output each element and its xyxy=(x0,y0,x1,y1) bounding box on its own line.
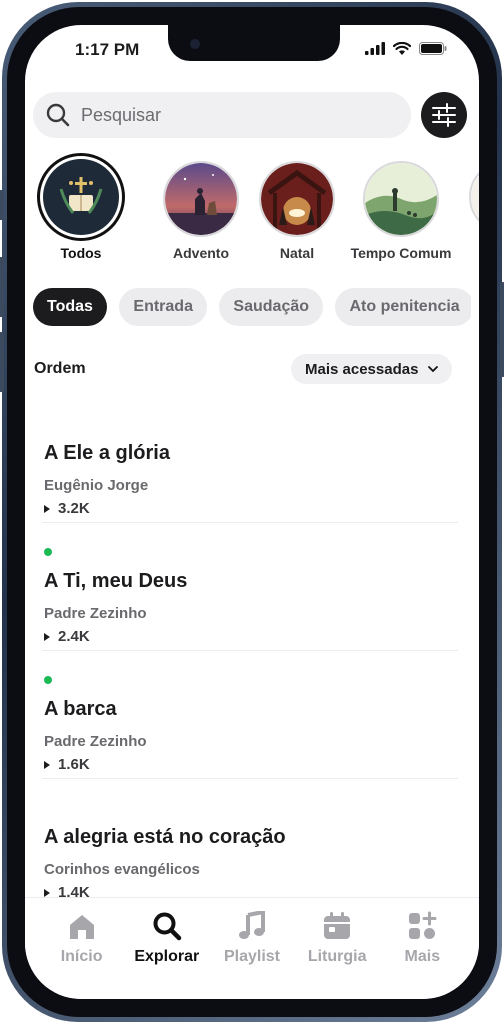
category-natal-image xyxy=(259,161,335,237)
category-tempo-comum-image xyxy=(363,161,439,237)
power-button xyxy=(500,282,504,377)
song-row[interactable]: A alegria está no coração Corinhos evang… xyxy=(42,779,458,907)
new-indicator-dot xyxy=(44,676,52,684)
order-dropdown[interactable]: Mais acessadas xyxy=(291,354,453,384)
song-title: A barca xyxy=(44,698,117,720)
tab-label: Mais xyxy=(404,948,441,965)
category-natal[interactable]: Natal xyxy=(243,161,351,261)
play-count-icon xyxy=(44,504,50,513)
song-row[interactable]: A Ti, meu Deus Padre Zezinho 2.4K xyxy=(42,523,458,651)
new-indicator-dot xyxy=(44,548,52,556)
silent-switch xyxy=(0,190,4,220)
search-input[interactable] xyxy=(81,104,371,126)
song-plays: 2.4K xyxy=(44,628,90,645)
search-icon xyxy=(46,103,70,127)
song-artist: Padre Zezinho xyxy=(44,733,147,750)
bottom-tab-bar: Início Explorar Playlist Liturgia Mais xyxy=(25,897,479,999)
category-label: Natal xyxy=(279,245,315,261)
volume-down-button xyxy=(0,332,4,392)
tab-liturgia[interactable]: Liturgia xyxy=(297,910,377,999)
song-row[interactable]: A Ele a glória Eugênio Jorge 3.2K xyxy=(42,395,458,523)
more-apps-icon xyxy=(409,911,437,939)
song-title: A Ti, meu Deus xyxy=(44,570,188,592)
battery-icon xyxy=(419,42,447,55)
song-list: A Ele a glória Eugênio Jorge 3.2K A Ti, … xyxy=(42,395,458,907)
status-time: 1:17 PM xyxy=(75,40,140,59)
device-frame: 1:17 PM Pesquisar Todos Advento Natal Te… xyxy=(0,2,504,1022)
category-advento-image xyxy=(163,161,239,237)
chip-todas[interactable]: Todas xyxy=(33,288,107,326)
tab-label: Playlist xyxy=(223,948,280,965)
category-label: Tempo Comum xyxy=(350,245,452,261)
category-label: Todos xyxy=(60,245,102,261)
song-row[interactable]: A barca Padre Zezinho 1.6K xyxy=(42,651,458,779)
song-artist: Eugênio Jorge xyxy=(44,477,149,494)
category-next-peek[interactable] xyxy=(469,161,479,233)
tab-inicio[interactable]: Início xyxy=(42,910,122,999)
song-plays: 1.6K xyxy=(44,756,90,773)
tab-label: Explorar xyxy=(134,948,200,965)
search-icon xyxy=(153,912,182,941)
tab-mais[interactable]: Mais xyxy=(382,910,462,999)
song-artist: Corinhos evangélicos xyxy=(44,861,200,878)
category-next-image xyxy=(469,161,479,233)
category-advento[interactable]: Advento xyxy=(147,161,255,261)
status-icons xyxy=(365,42,447,55)
song-plays: 3.2K xyxy=(44,500,90,517)
tab-playlist[interactable]: Playlist xyxy=(212,910,292,999)
tab-label: Início xyxy=(60,948,103,965)
play-count: 3.2K xyxy=(58,500,90,517)
tab-explorar[interactable]: Explorar xyxy=(127,910,207,999)
play-count: 1.6K xyxy=(58,756,90,773)
category-tempo-comum[interactable]: Tempo Comum xyxy=(341,161,461,261)
search-bar[interactable] xyxy=(33,92,411,138)
section-chips: Todas Entrada Saudação Ato penitencia xyxy=(33,288,471,326)
category-label: Advento xyxy=(173,245,229,261)
chip-saudacao[interactable]: Saudação xyxy=(219,288,324,326)
song-title: A Ele a glória xyxy=(44,442,170,464)
app-screen: 1:17 PM Pesquisar Todos Advento Natal Te… xyxy=(25,25,479,999)
chip-entrada[interactable]: Entrada xyxy=(119,288,207,326)
volume-up-button xyxy=(0,257,4,317)
chevron-down-icon xyxy=(428,365,439,372)
notch xyxy=(168,25,340,61)
order-label: Ordem xyxy=(34,360,86,377)
order-selected-value: Mais acessadas xyxy=(305,360,419,378)
wifi-icon xyxy=(393,42,411,55)
sliders-icon xyxy=(432,103,456,127)
cellular-signal-icon xyxy=(365,42,385,55)
play-count: 2.4K xyxy=(58,628,90,645)
play-count-icon xyxy=(44,632,50,641)
song-artist: Padre Zezinho xyxy=(44,605,147,622)
music-note-icon xyxy=(238,911,265,939)
song-title: A alegria está no coração xyxy=(44,826,286,848)
tab-label: Liturgia xyxy=(307,948,367,965)
category-todos[interactable]: Todos xyxy=(27,153,135,261)
calendar-icon xyxy=(324,912,351,939)
chip-ato-penitencial[interactable]: Ato penitencia xyxy=(335,288,471,326)
filter-button[interactable] xyxy=(421,92,467,138)
category-todos-image xyxy=(37,153,125,241)
play-count-icon xyxy=(44,888,50,897)
home-icon xyxy=(69,915,94,939)
category-carousel: Todos Advento Natal Tempo Comum xyxy=(25,153,479,265)
play-count-icon xyxy=(44,760,50,769)
